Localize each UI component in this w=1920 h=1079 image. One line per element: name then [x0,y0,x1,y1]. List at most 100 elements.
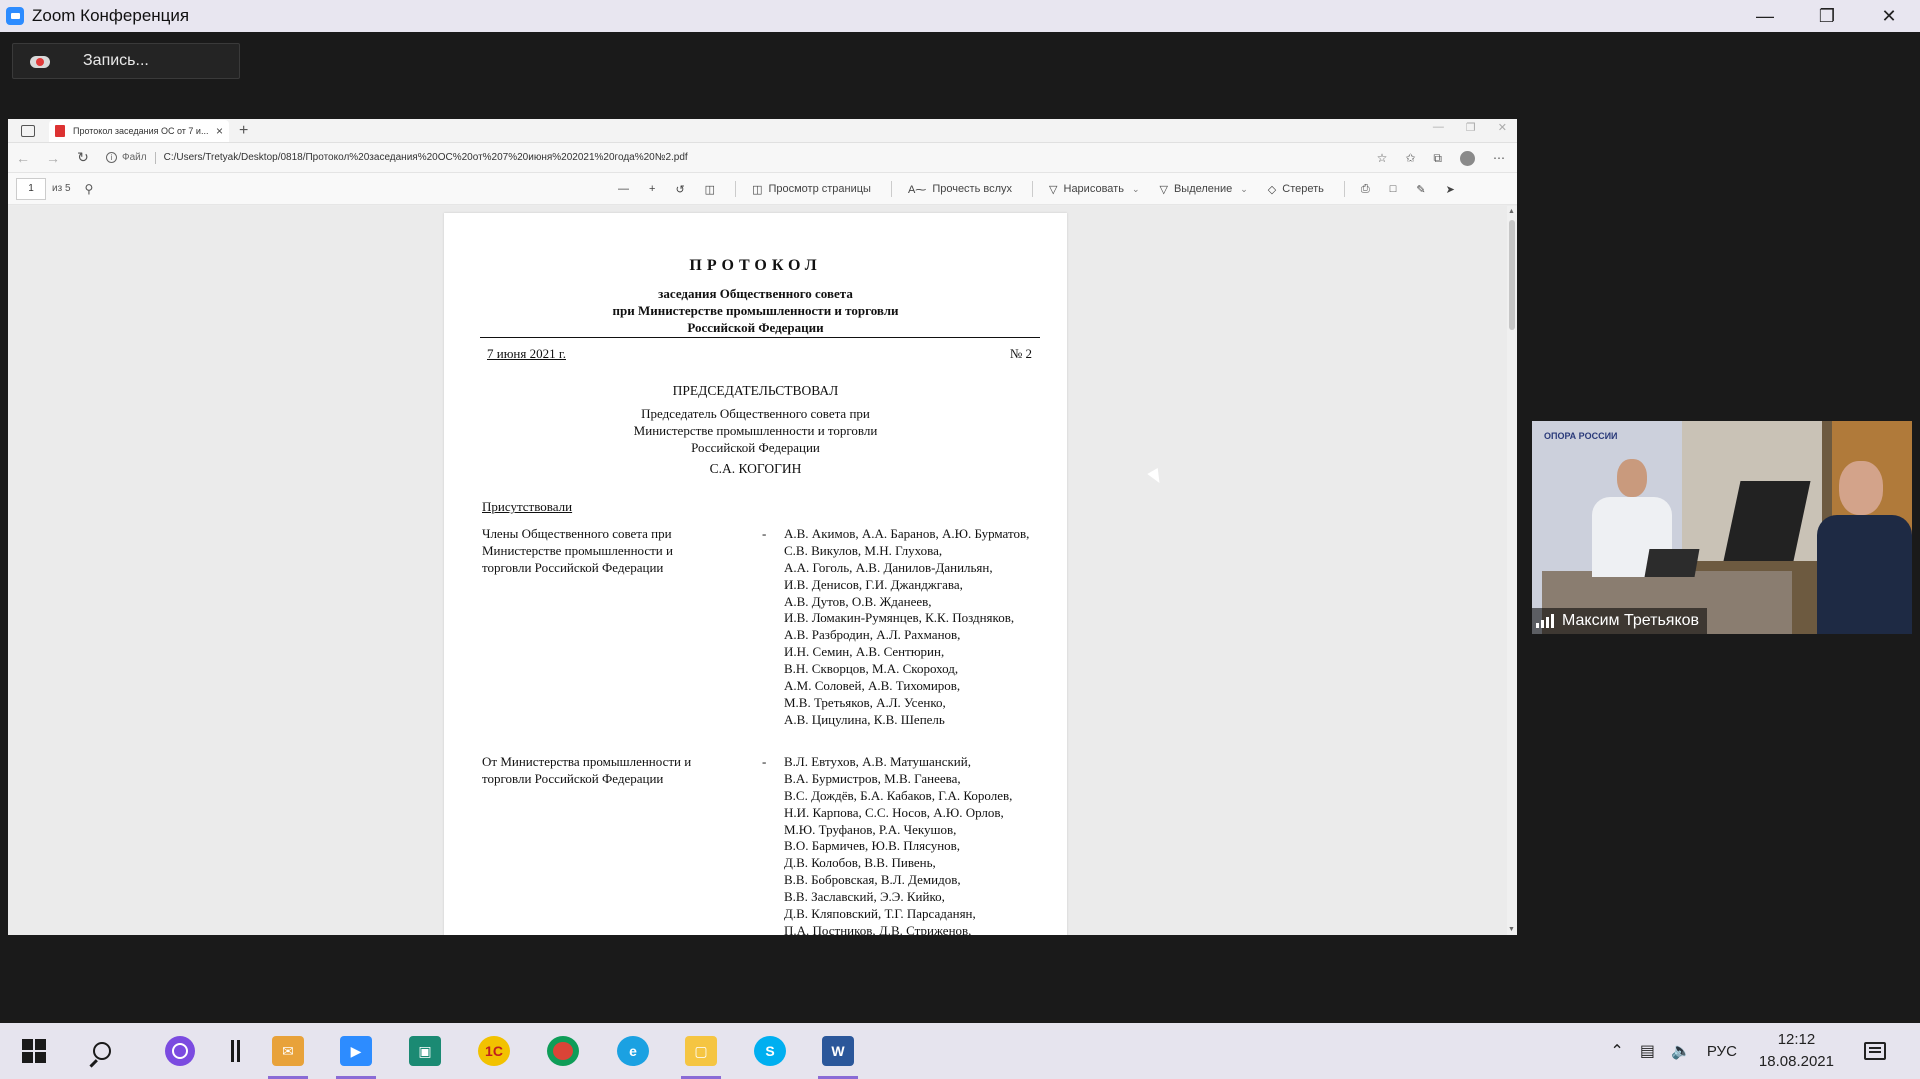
close-button[interactable]: ✕ [1858,0,1920,32]
start-button[interactable] [6,1023,62,1079]
system-tray: ⌃ ▤ 🔈 РУС 12:12 18.08.2021 [1610,1023,1920,1079]
tab-title: Протокол заседания ОС от 7 и... [73,125,209,136]
forward-icon[interactable]: → [38,150,68,166]
video-person [1817,461,1912,634]
search-icon[interactable]: ⚲ [85,182,94,196]
zoom-out-icon[interactable]: — [618,183,629,195]
toolbar-divider [890,181,892,197]
present-heading: Присутствовали [482,499,573,514]
taskbar-app-skype[interactable]: S [742,1023,798,1079]
reload-icon[interactable]: ↻ [68,149,98,166]
page-number-input[interactable]: 1 [16,177,46,200]
page-view-button[interactable]: ◫ Просмотр страницы [752,183,871,196]
clock[interactable]: 12:12 18.08.2021 [1759,1029,1834,1073]
attendee-name-line: Д.В. Колобов, В.В. Пивень, [784,855,936,871]
minimize-button[interactable]: — [1734,0,1796,32]
taskbar-app-ie[interactable]: e [605,1023,661,1079]
doc-subtitle-line: заседания Общественного совета [658,286,853,301]
draw-chevron-down-icon[interactable]: ⌄ [1132,184,1140,195]
highlight-button[interactable]: ▽ Выделение [1159,183,1232,196]
profile-avatar[interactable] [1460,150,1475,166]
network-icon[interactable]: ▤ [1640,1041,1655,1061]
attendee-name-line: А.М. Соловей, А.В. Тихомиров, [784,678,961,694]
browser-close-icon[interactable]: ✕ [1498,121,1507,134]
taskbar-app-explorer[interactable]: ▢ [673,1023,729,1079]
attendee-name-line: А.В. Акимов, А.А. Баранов, А.Ю. Бурматов… [784,526,1030,541]
attendee-name-line: В.Н. Скворцов, М.А. Скороход, [784,661,959,677]
scroll-down-icon[interactable]: ▼ [1508,926,1515,933]
save-as-icon[interactable]: ✎ [1416,183,1425,196]
1c-app-icon: 1C [478,1036,510,1066]
browser-restore-icon[interactable]: ❐ [1466,121,1476,134]
signal-strength-icon [1536,614,1554,628]
recording-button[interactable]: Запись... [12,43,240,79]
browser-tab[interactable]: Протокол заседания ОС от 7 и... × [49,119,229,142]
favorites-icon[interactable]: ✩ [1405,151,1415,165]
page-view-label: Просмотр страницы [768,183,871,195]
attendee-name-line: В.С. Дождёв, Б.А. Кабаков, Г.А. Королев, [784,787,1013,803]
doc-subtitle-line: при Министерстве промышленности и торгов… [612,303,899,318]
attendee-dash: - [762,526,767,541]
rotate-icon[interactable]: ↺ [675,183,684,196]
taskbar-app-zoom[interactable]: ▶ [328,1023,384,1079]
back-icon[interactable]: ← [8,150,38,166]
url-field[interactable]: i Файл C:/Users/Tretyak/Desktop/0818/Про… [106,151,688,164]
erase-button[interactable]: ◇ Стереть [1268,183,1324,196]
word-app-icon: W [822,1036,854,1066]
attendee-group-label: От Министерства промышленности и торговл… [482,754,692,786]
highlight-chevron-down-icon[interactable]: ⌄ [1240,184,1248,195]
eraser-icon: ◇ [1267,183,1277,196]
save-icon[interactable]: □ [1390,183,1397,195]
pin-icon[interactable]: ➤ [1446,183,1455,196]
restore-button[interactable]: ❐ [1796,0,1858,32]
fit-page-icon[interactable]: ◫ [705,183,715,196]
search-button[interactable] [74,1023,130,1079]
zoom-in-icon[interactable]: + [649,183,655,195]
info-icon[interactable]: i [106,152,117,163]
window-controls: — ❐ ✕ [1734,0,1920,32]
new-tab-icon[interactable]: + [239,122,248,140]
draw-button[interactable]: ▽ Нарисовать [1049,183,1124,196]
task-view-button[interactable] [204,1023,260,1079]
add-favorite-icon[interactable]: ☆ [1377,151,1388,165]
alice-button[interactable] [152,1023,208,1079]
pdf-page: ПРОТОКОЛ заседания Общественного совета … [444,213,1067,935]
alice-assistant-icon [165,1036,195,1066]
chair-heading: ПРЕДСЕДАТЕЛЬСТВОВАЛ [672,383,839,398]
vertical-scrollbar[interactable]: ▲ ▼ [1507,206,1517,935]
draw-label: Нарисовать [1063,183,1124,195]
tab-close-icon[interactable]: × [216,124,223,138]
participant-video[interactable]: ОПОРА РОССИИ Максим Третьяков [1532,421,1912,634]
volume-icon[interactable]: 🔈 [1671,1041,1691,1061]
skype-app-icon: S [754,1036,786,1066]
attendee-name-line: И.В. Ломакин-Румянцев, К.К. Поздняков, [784,610,1015,626]
taskbar-app-word[interactable]: W [810,1023,866,1079]
highlight-label: Выделение [1173,183,1233,195]
collections-icon[interactable]: ⧉ [1433,151,1442,166]
more-icon[interactable]: ⋯ [1493,151,1505,165]
tray-chevron-up-icon[interactable]: ⌃ [1610,1041,1623,1061]
attendee-name-line: А.В. Разбродин, А.Л. Рахманов, [784,627,961,643]
taskbar-app-monitor[interactable]: ▣ [397,1023,453,1079]
erase-label: Стереть [1282,183,1324,195]
taskbar-app-outlook[interactable]: ✉ [260,1023,316,1079]
pdf-file-icon [55,124,65,137]
doc-date: 7 июня 2021 г. [487,346,566,361]
notifications-icon[interactable] [1864,1042,1886,1060]
participant-nameplate: Максим Третьяков [1532,608,1708,634]
language-indicator[interactable]: РУС [1707,1043,1737,1060]
chair-position-line: Министерстве промышленности и торговли [633,423,878,438]
taskbar-app-1c[interactable]: 1C [466,1023,522,1079]
window-title: Zoom Конференция [32,6,190,25]
print-icon[interactable]: ⎙ [1361,183,1370,196]
url-text: C:/Users/Tretyak/Desktop/0818/Протокол%2… [163,152,688,163]
scroll-up-icon[interactable]: ▲ [1508,208,1515,215]
page-view-icon: ◫ [752,183,763,196]
tab-actions-icon[interactable] [21,124,35,137]
read-aloud-button[interactable]: A⁓ Прочесть вслух [908,183,1012,196]
scrollbar-thumb[interactable] [1509,220,1515,330]
browser-minimize-icon[interactable]: — [1433,121,1444,134]
attendee-name-line: Д.В. Кляповский, Т.Г. Парсаданян, [784,906,976,922]
taskbar-app-chrome[interactable] [535,1023,591,1079]
clock-date: 18.08.2021 [1758,1053,1834,1070]
